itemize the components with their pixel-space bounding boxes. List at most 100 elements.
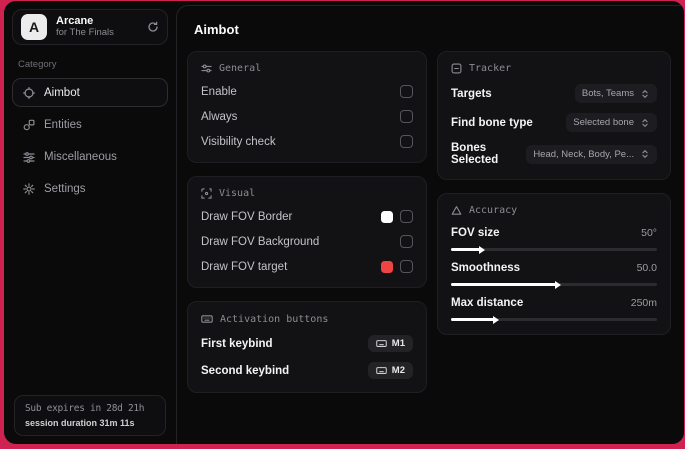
sidebar-item-label: Entities [44,118,82,131]
crosshair-icon [23,86,35,99]
slider-group: Smoothness 50.0 [451,262,657,289]
slider-group: FOV size 50° [451,227,657,254]
setting-row: Draw FOV Border [201,209,413,224]
setting-row: Always [201,109,413,124]
shapes-icon [23,119,35,131]
tracker-card: Tracker Targets Bots, Teams Find bone ty… [437,51,671,180]
draw-fov-background-checkbox[interactable] [400,235,413,248]
triangle-icon [451,205,462,216]
chevrons-up-down-icon [640,149,650,159]
setting-row: Targets Bots, Teams [451,84,657,103]
setting-label: Second keybind [201,364,290,377]
sub-expiry-text: Sub expires in 28d 21h [25,403,145,414]
slider-value: 50.0 [636,262,657,274]
slider-fill [451,280,562,289]
activation-card: Activation buttons First keybind M1 Seco… [187,301,427,393]
setting-label: Targets [451,87,492,100]
keyboard-icon [376,365,387,376]
always-checkbox[interactable] [400,110,413,123]
left-column: General Enable Always Visibility check V… [187,51,427,393]
activation-title: Activation buttons [220,313,329,325]
sidebar-item-label: Settings [44,182,86,195]
category-label: Category [18,59,57,70]
first-keybind-button[interactable]: M1 [367,335,413,352]
setting-label: Visibility check [201,135,276,148]
targets-select[interactable]: Bots, Teams [574,84,657,103]
select-value: Bots, Teams [581,88,634,99]
slider-label: Max distance [451,297,524,309]
setting-label: Draw FOV target [201,260,288,273]
settings2-icon [201,63,212,74]
setting-label: Always [201,110,238,123]
refresh-icon[interactable] [147,21,159,33]
fov-size-slider[interactable] [451,245,657,254]
find-bone-type-select[interactable]: Selected bone [566,113,657,132]
app-logo: A [21,14,47,40]
slider-fill [451,315,500,324]
draw-fov-border-checkbox[interactable] [400,210,413,223]
logo-text: Arcane for The Finals [56,15,138,39]
right-column: Tracker Targets Bots, Teams Find bone ty… [437,51,671,393]
setting-row: First keybind M1 [201,335,413,352]
fov-border-color-swatch[interactable] [381,210,393,223]
chevrons-up-down-icon [640,89,650,99]
main-panel: Aimbot General Enable Always Visibility … [176,5,684,444]
visual-card: Visual Draw FOV Border Draw FOV Backgrou… [187,176,427,288]
smoothness-slider[interactable] [451,280,657,289]
sidebar-item-label: Miscellaneous [44,150,117,163]
enable-checkbox[interactable] [400,85,413,98]
setting-row: Draw FOV target [201,259,413,274]
setting-label: Bones Selected [451,142,499,166]
visual-header: Visual [201,188,413,199]
setting-row: Second keybind M2 [201,362,413,379]
keyboard-icon [376,338,387,349]
sidebar-nav: Aimbot Entities Miscellaneous Settings [12,78,168,203]
slider-label: FOV size [451,227,500,239]
setting-row: Find bone type Selected bone [451,113,657,132]
scan-icon [201,188,212,199]
select-value: Selected bone [573,117,634,128]
slider-group: Max distance 250m [451,297,657,324]
content-columns: General Enable Always Visibility check V… [187,51,671,393]
visibility-check-checkbox[interactable] [400,135,413,148]
slider-value: 250m [630,297,657,309]
fov-target-color-swatch[interactable] [381,260,393,273]
box-minus-icon [451,63,462,74]
setting-row: Visibility check [201,134,413,149]
app-subtitle: for The Finals [56,26,114,38]
max-distance-slider[interactable] [451,315,657,324]
session-duration-text: session duration 31m 11s [25,418,135,428]
accuracy-card: Accuracy FOV size 50° Smoothness 50.0 Ma… [437,193,671,335]
setting-row: Enable [201,84,413,99]
setting-label: Draw FOV Border [201,210,293,223]
bones-selected-select[interactable]: Head, Neck, Body, Pe... [526,144,657,164]
keybind-value: M2 [391,365,405,376]
visual-title: Visual [219,188,256,199]
logo-card: A Arcane for The Finals [12,9,168,45]
select-value: Head, Neck, Body, Pe... [533,148,634,160]
sidebar-item-settings[interactable]: Settings [12,174,168,203]
sidebar-item-aimbot[interactable]: Aimbot [12,78,168,107]
setting-label: Find bone type [451,116,533,129]
page-title: Aimbot [194,22,239,37]
draw-fov-target-checkbox[interactable] [400,260,413,273]
tracker-header: Tracker [451,63,657,74]
setting-label: First keybind [201,337,273,350]
slider-label: Smoothness [451,262,521,274]
sidebar-item-miscellaneous[interactable]: Miscellaneous [12,142,168,171]
general-title: General [219,63,262,74]
setting-row: Draw FOV Background [201,234,413,249]
subscription-card: Sub expires in 28d 21h session duration … [14,395,166,436]
setting-label: Enable [201,85,237,98]
app-title: Arcane [56,15,94,28]
second-keybind-button[interactable]: M2 [367,362,413,379]
accuracy-title: Accuracy [469,205,518,216]
general-card: General Enable Always Visibility check [187,51,427,163]
tracker-title: Tracker [469,63,512,74]
setting-row: Bones Selected Head, Neck, Body, Pe... [451,142,657,166]
keybind-value: M1 [391,338,405,349]
sidebar-item-entities[interactable]: Entities [12,110,168,139]
accuracy-header: Accuracy [451,205,657,216]
slider-value: 50° [641,227,657,239]
keyboard-icon [201,313,213,325]
